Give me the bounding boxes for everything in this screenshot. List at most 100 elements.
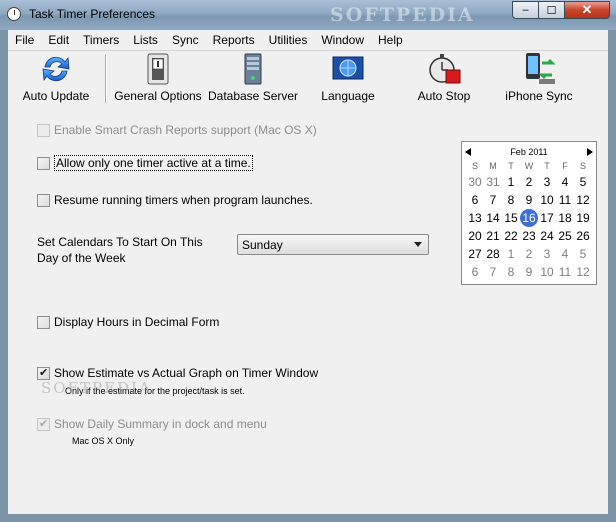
language-button[interactable]: Language bbox=[313, 53, 383, 107]
calendar-month-title: Feb 2011 bbox=[510, 147, 548, 157]
decimal-hours-option: Display Hours in Decimal Form bbox=[37, 315, 219, 329]
resume-timers-checkbox[interactable] bbox=[37, 193, 50, 207]
calendar-day[interactable]: 3 bbox=[538, 173, 556, 191]
auto-update-label: Auto Update bbox=[22, 89, 90, 103]
calendar-day[interactable]: 6 bbox=[466, 191, 484, 209]
calendar-day[interactable]: 26 bbox=[574, 227, 592, 245]
calendar-start-select[interactable]: Sunday bbox=[237, 234, 429, 255]
database-server-button[interactable]: Database Server bbox=[208, 53, 298, 107]
menu-timers[interactable]: Timers bbox=[76, 33, 126, 47]
estimate-graph-label[interactable]: Show Estimate vs Actual Graph on Timer W… bbox=[54, 366, 318, 380]
maximize-button[interactable]: ☐ bbox=[539, 1, 565, 19]
title-bar[interactable]: Task Timer Preferences SOFTPEDIA – ☐ ✕ bbox=[0, 0, 616, 30]
mini-calendar: Feb 2011 S M T W T F S 30 31 1 2 3 4 5 6 7 8 9 10 11… bbox=[461, 141, 597, 285]
calendar-day[interactable]: 8 bbox=[502, 191, 520, 209]
menu-window[interactable]: Window bbox=[314, 33, 371, 47]
calendar-day[interactable]: 6 bbox=[466, 263, 484, 281]
decimal-hours-label[interactable]: Display Hours in Decimal Form bbox=[54, 315, 219, 329]
one-timer-checkbox[interactable] bbox=[37, 156, 50, 170]
close-button[interactable]: ✕ bbox=[565, 1, 610, 19]
calendar-day[interactable]: 31 bbox=[484, 173, 502, 191]
weekday-label: S bbox=[471, 161, 478, 171]
calendar-day-grid: 30 31 1 2 3 4 5 6 7 8 9 10 11 12 13 14 15 16 17 18 19 20 21 22 2… bbox=[466, 173, 592, 281]
calendar-day[interactable]: 23 bbox=[520, 227, 538, 245]
calendar-day[interactable]: 11 bbox=[556, 263, 574, 281]
calendar-day-number: 2 bbox=[525, 247, 533, 261]
calendar-day[interactable]: 12 bbox=[574, 191, 592, 209]
one-timer-option: Allow only one timer active at a time. bbox=[37, 155, 253, 171]
calendar-day[interactable]: 9 bbox=[520, 191, 538, 209]
calendar-day[interactable]: 24 bbox=[538, 227, 556, 245]
calendar-day[interactable]: 4 bbox=[556, 173, 574, 191]
estimate-graph-checkbox[interactable] bbox=[37, 366, 50, 380]
weekday-label: T bbox=[508, 161, 514, 171]
calendar-day[interactable]: 7 bbox=[484, 263, 502, 281]
menu-edit[interactable]: Edit bbox=[41, 33, 76, 47]
calendar-day[interactable]: 22 bbox=[502, 227, 520, 245]
calendar-day[interactable]: 21 bbox=[484, 227, 502, 245]
calendar-day[interactable]: 11 bbox=[556, 191, 574, 209]
preferences-toolbar: Auto Update General Options Database Ser… bbox=[8, 51, 608, 109]
next-month-icon[interactable] bbox=[587, 148, 593, 156]
calendar-day[interactable]: 17 bbox=[538, 209, 556, 227]
decimal-hours-checkbox[interactable] bbox=[37, 315, 50, 329]
calendar-day[interactable]: 28 bbox=[484, 245, 502, 263]
calendar-day-number: 16 bbox=[522, 211, 536, 225]
menu-sync[interactable]: Sync bbox=[165, 33, 206, 47]
calendar-weekdays: S M T W T F S bbox=[466, 161, 592, 171]
calendar-day[interactable]: 3 bbox=[538, 245, 556, 263]
daily-summary-checkbox bbox=[37, 417, 50, 431]
minimize-button[interactable]: – bbox=[512, 1, 539, 19]
globe-screen-icon bbox=[332, 56, 364, 80]
calendar-day[interactable]: 2 bbox=[520, 173, 538, 191]
menu-reports[interactable]: Reports bbox=[206, 33, 262, 47]
calendar-day[interactable]: 14 bbox=[484, 209, 502, 227]
stopwatch-stop-icon bbox=[429, 54, 461, 84]
general-options-button[interactable]: General Options bbox=[112, 53, 204, 107]
calendar-day[interactable]: 1 bbox=[502, 173, 520, 191]
menu-file[interactable]: File bbox=[8, 33, 41, 47]
calendar-day-number: 1 bbox=[507, 247, 515, 261]
one-timer-label[interactable]: Allow only one timer active at a time. bbox=[54, 155, 253, 171]
iphone-sync-button[interactable]: iPhone Sync bbox=[499, 53, 579, 107]
calendar-day[interactable]: 10 bbox=[538, 191, 556, 209]
calendar-day[interactable]: 5 bbox=[574, 173, 592, 191]
auto-update-button[interactable]: Auto Update bbox=[20, 53, 92, 107]
menu-utilities[interactable]: Utilities bbox=[262, 33, 315, 47]
calendar-day[interactable]: 18 bbox=[556, 209, 574, 227]
menu-help[interactable]: Help bbox=[371, 33, 410, 47]
toggle-switch-icon bbox=[147, 53, 169, 85]
calendar-day[interactable]: 5 bbox=[574, 245, 592, 263]
calendar-day[interactable]: 20 bbox=[466, 227, 484, 245]
iphone-sync-label: iPhone Sync bbox=[505, 89, 573, 103]
menu-lists[interactable]: Lists bbox=[126, 33, 165, 47]
calendar-day[interactable]: 12 bbox=[574, 263, 592, 281]
calendar-day-number: 28 bbox=[486, 247, 500, 261]
calendar-day[interactable]: 27 bbox=[466, 245, 484, 263]
calendar-day[interactable]: 10 bbox=[538, 263, 556, 281]
calendar-day-number: 10 bbox=[540, 193, 554, 207]
calendar-header: Feb 2011 bbox=[462, 144, 596, 160]
calendar-day-number: 6 bbox=[471, 265, 479, 279]
calendar-day-number: 20 bbox=[468, 229, 482, 243]
language-label: Language bbox=[321, 89, 375, 103]
calendar-day[interactable]: 7 bbox=[484, 191, 502, 209]
resume-timers-label[interactable]: Resume running timers when program launc… bbox=[54, 193, 313, 207]
calendar-day[interactable]: 30 bbox=[466, 173, 484, 191]
calendar-start-value: Sunday bbox=[242, 238, 283, 252]
calendar-day-selected[interactable]: 16 bbox=[520, 209, 538, 227]
calendar-day[interactable]: 2 bbox=[520, 245, 538, 263]
auto-stop-button[interactable]: Auto Stop bbox=[409, 53, 479, 107]
calendar-day[interactable]: 15 bbox=[502, 209, 520, 227]
calendar-day[interactable]: 4 bbox=[556, 245, 574, 263]
estimate-graph-option: Show Estimate vs Actual Graph on Timer W… bbox=[37, 366, 318, 380]
calendar-day-number: 27 bbox=[468, 247, 482, 261]
calendar-day[interactable]: 25 bbox=[556, 227, 574, 245]
calendar-day[interactable]: 19 bbox=[574, 209, 592, 227]
calendar-day[interactable]: 1 bbox=[502, 245, 520, 263]
daily-summary-option: Show Daily Summary in dock and menu bbox=[37, 417, 267, 431]
toolbar-separator bbox=[105, 55, 107, 103]
calendar-day[interactable]: 8 bbox=[502, 263, 520, 281]
calendar-day[interactable]: 9 bbox=[520, 263, 538, 281]
calendar-day[interactable]: 13 bbox=[466, 209, 484, 227]
